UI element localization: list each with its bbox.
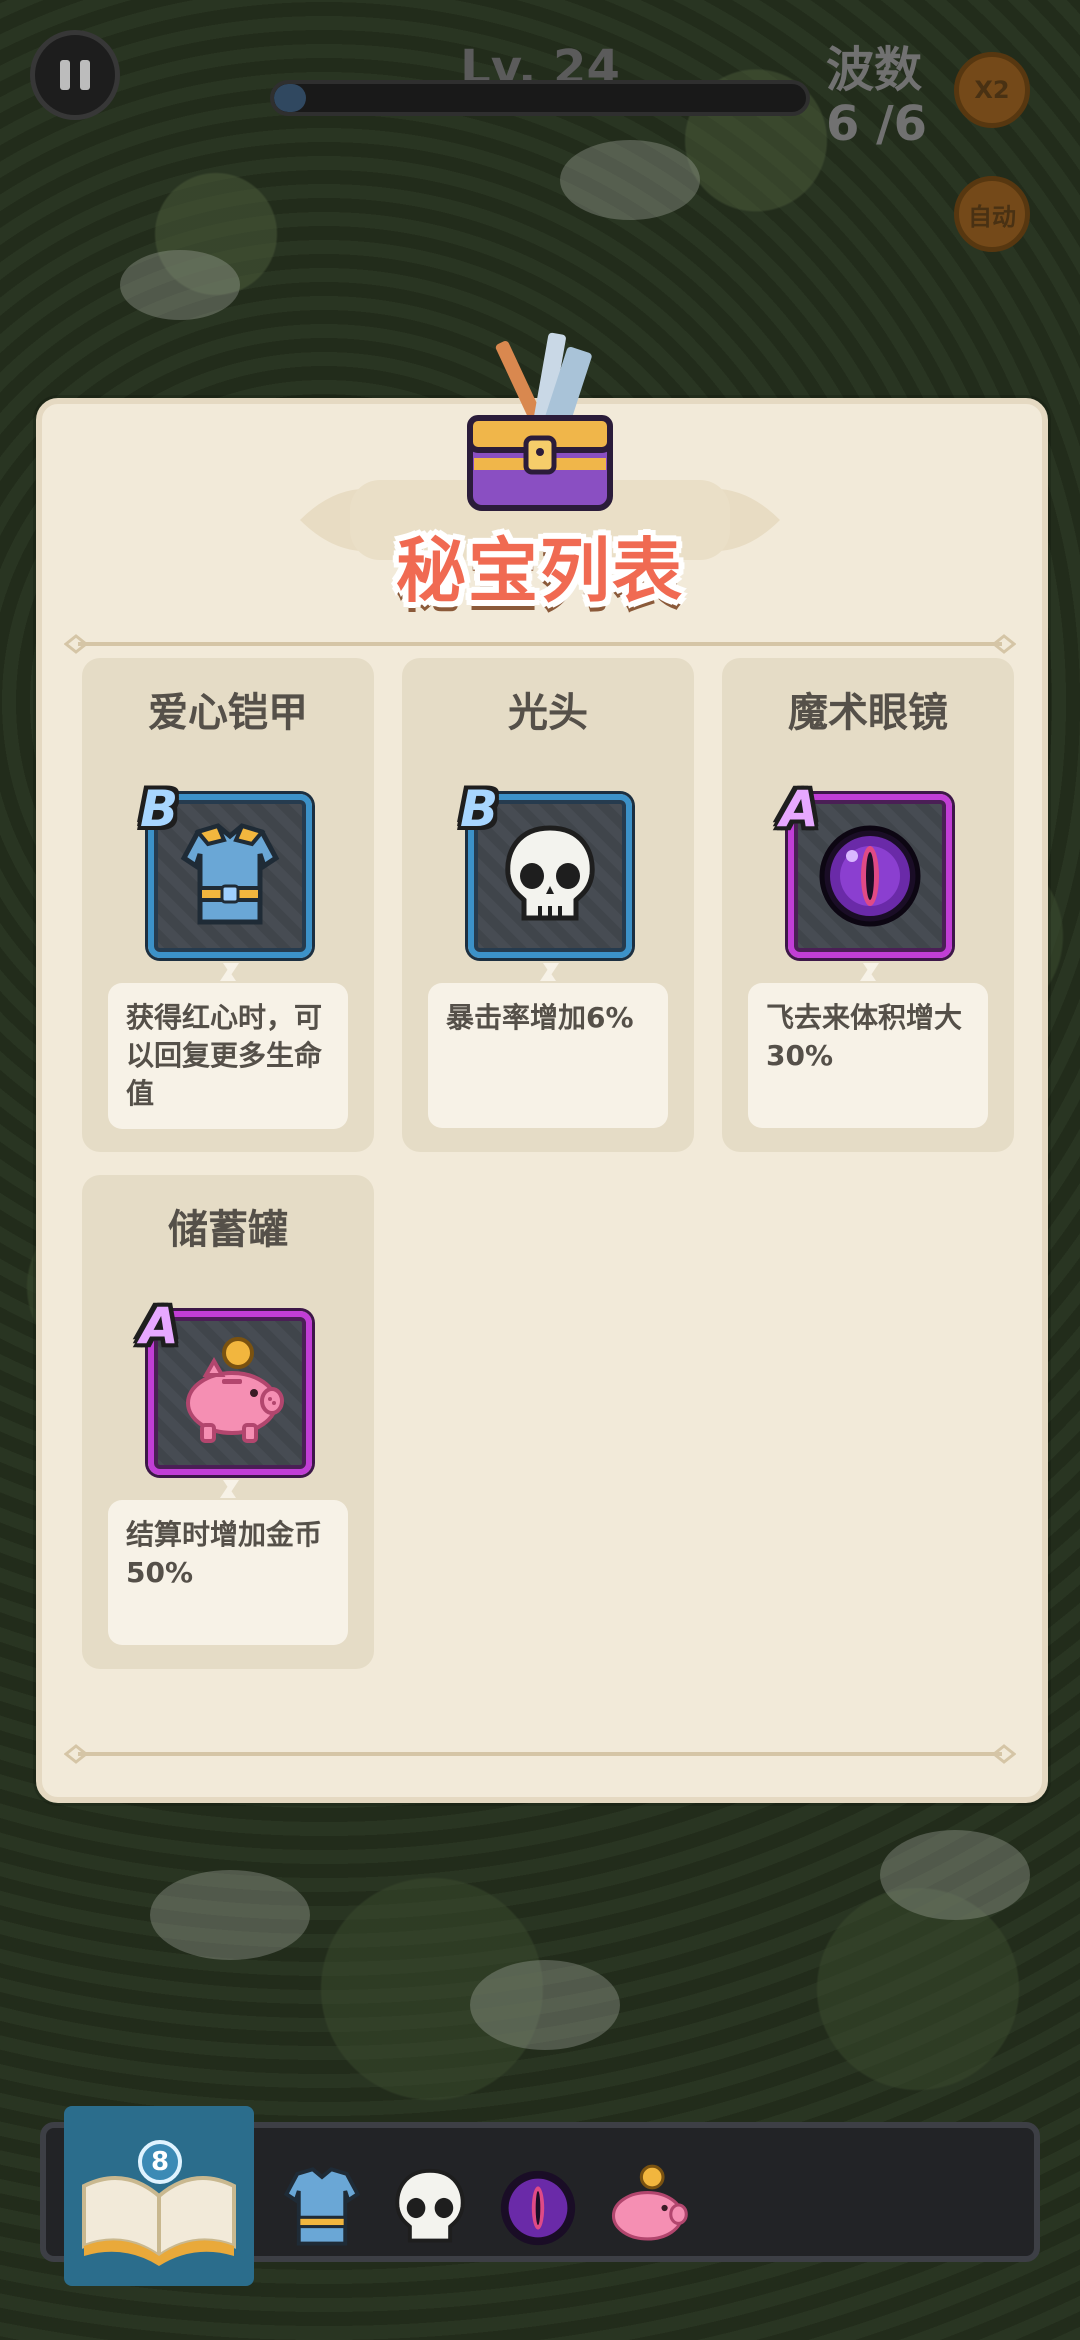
piggy-bank-icon [186,1337,284,1443]
treasure-count-badge: 8 [138,2140,182,2184]
treasure-name: 爱心铠甲 [148,690,308,736]
treasure-book-button[interactable] [64,2106,254,2286]
open-book-icon [82,2176,236,2266]
treasure-icon-frame: B [140,780,312,958]
chest-armor-icon[interactable] [274,2160,370,2256]
treasure-card[interactable]: 光头 B 暴击率增加6% [402,658,694,1152]
treasure-card[interactable]: 魔术眼镜 A 飞去来体积增大30% [722,658,1014,1152]
treasure-description: 结算时增加金币50% [108,1500,348,1645]
treasure-card[interactable]: 储蓄罐 A 结算时增加金币50% [82,1175,374,1669]
skull-icon[interactable] [382,2160,478,2256]
treasure-name: 储蓄罐 [168,1207,288,1253]
treasure-card[interactable]: 爱心铠甲 B 获得红心时，可以回复更多生命值 [82,658,374,1152]
skull-icon [505,825,595,921]
treasure-name: 光头 [508,690,588,736]
chest-armor-icon [180,823,280,925]
divider-bottom [64,1744,1016,1764]
treasure-chest-icon [467,332,613,511]
treasure-icon-frame: A [140,1297,312,1475]
panel-title: 秘宝列表 [396,530,684,612]
treasure-icon-frame: B [460,780,632,958]
treasure-description: 暴击率增加6% [428,983,668,1128]
treasure-name: 魔术眼镜 [788,690,948,736]
treasure-description: 飞去来体积增大30% [748,983,988,1128]
magic-eye-icon[interactable] [490,2160,586,2256]
divider-top [64,634,1016,654]
magic-eye-icon [819,825,921,927]
treasure-icon-frame: A [780,780,952,958]
piggy-bank-icon[interactable] [598,2160,694,2256]
treasure-description: 获得红心时，可以回复更多生命值 [108,983,348,1129]
